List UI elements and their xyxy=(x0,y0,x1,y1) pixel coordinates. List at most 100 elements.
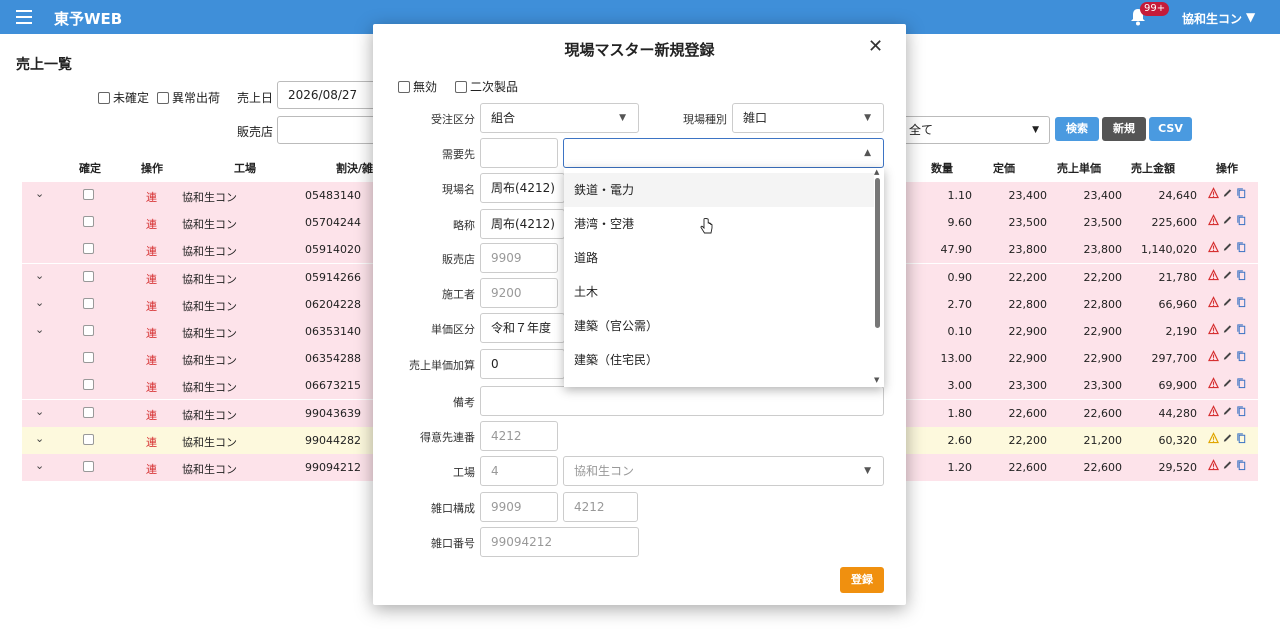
warning-icon[interactable] xyxy=(1208,187,1219,199)
dropdown-option[interactable]: 鉄道・電力 xyxy=(564,173,874,207)
link-label[interactable]: 連 xyxy=(146,407,157,423)
confirm-checkbox[interactable] xyxy=(83,461,94,472)
misc-composition-b[interactable]: 4212 xyxy=(563,492,638,522)
order-type-select[interactable]: 組合 ▼ xyxy=(480,103,639,133)
plant-code-input[interactable]: 4 xyxy=(480,456,558,486)
copy-icon[interactable] xyxy=(1236,377,1247,389)
dropdown-option[interactable]: 建築（住宅民） xyxy=(564,343,874,377)
warning-icon[interactable] xyxy=(1208,295,1219,308)
dropdown-option[interactable]: 港湾・空港 xyxy=(564,207,874,241)
warning-icon[interactable] xyxy=(1208,431,1219,444)
warning-icon[interactable] xyxy=(1208,404,1219,417)
copy-icon[interactable] xyxy=(1236,405,1247,417)
link-label[interactable]: 連 xyxy=(146,352,157,368)
demand-select[interactable]: ▲ xyxy=(563,138,884,168)
chevron-down-icon[interactable]: ⌄ xyxy=(35,296,44,309)
confirm-checkbox[interactable] xyxy=(83,243,94,255)
copy-icon[interactable] xyxy=(1236,296,1247,308)
copy-icon[interactable] xyxy=(1236,241,1247,253)
chevron-down-icon[interactable]: ⌄ xyxy=(35,405,44,418)
menu-icon[interactable] xyxy=(16,10,32,24)
dropdown-option[interactable]: 土木 xyxy=(564,275,874,309)
link-label[interactable]: 連 xyxy=(146,216,157,232)
confirm-checkbox[interactable] xyxy=(83,406,94,418)
register-button[interactable]: 登録 xyxy=(840,567,884,593)
link-label[interactable]: 連 xyxy=(146,379,157,395)
dropdown-option[interactable]: 道路 xyxy=(564,241,874,275)
confirm-checkbox[interactable] xyxy=(83,352,94,364)
copy-icon[interactable] xyxy=(1236,323,1247,335)
warning-icon[interactable] xyxy=(1208,459,1219,471)
edit-icon[interactable] xyxy=(1222,350,1233,362)
unconfirmed-checkbox[interactable]: 未確定 xyxy=(98,89,149,106)
copy-icon[interactable] xyxy=(1236,350,1247,362)
link-label[interactable]: 連 xyxy=(146,325,157,341)
secondary-product-checkbox[interactable]: 二次製品 xyxy=(455,78,518,95)
warning-icon[interactable] xyxy=(1208,350,1219,362)
chevron-down-icon[interactable]: ⌄ xyxy=(35,323,44,336)
copy-icon[interactable] xyxy=(1236,214,1247,226)
scroll-down-icon[interactable]: ▼ xyxy=(874,376,879,384)
warning-icon[interactable] xyxy=(1208,241,1219,253)
checkbox-icon[interactable] xyxy=(398,80,410,93)
edit-icon[interactable] xyxy=(1222,187,1233,199)
link-label[interactable]: 連 xyxy=(146,189,157,205)
warning-icon[interactable] xyxy=(1208,268,1219,281)
scroll-up-icon[interactable]: ▲ xyxy=(874,168,879,176)
link-label[interactable]: 連 xyxy=(146,243,157,259)
edit-icon[interactable] xyxy=(1222,432,1233,444)
link-label[interactable]: 連 xyxy=(146,298,157,314)
dropdown-scrollbar[interactable] xyxy=(875,178,880,328)
link-label[interactable]: 連 xyxy=(146,461,157,477)
warning-icon[interactable] xyxy=(1208,377,1219,389)
caret-down-icon[interactable]: ▼ xyxy=(1246,10,1255,24)
checkbox-icon[interactable] xyxy=(98,91,110,104)
price-category-select[interactable]: 令和７年度 xyxy=(480,313,565,343)
misc-composition-a[interactable]: 9909 xyxy=(480,492,558,522)
edit-icon[interactable] xyxy=(1222,269,1233,281)
copy-icon[interactable] xyxy=(1236,459,1247,471)
edit-icon[interactable] xyxy=(1222,323,1233,335)
user-name[interactable]: 協和生コン xyxy=(1182,10,1242,27)
chevron-down-icon[interactable]: ⌄ xyxy=(35,187,44,200)
new-button[interactable]: 新規 xyxy=(1102,117,1146,141)
plant-select[interactable]: 協和生コン ▼ xyxy=(563,456,884,486)
customer-no-input[interactable]: 4212 xyxy=(480,421,558,451)
chevron-down-icon[interactable]: ⌄ xyxy=(35,432,44,445)
confirm-checkbox[interactable] xyxy=(83,189,94,200)
confirm-checkbox[interactable] xyxy=(83,216,94,228)
confirm-checkbox[interactable] xyxy=(83,325,94,336)
price-add-input[interactable]: 0 xyxy=(480,349,565,379)
warning-icon[interactable] xyxy=(1208,323,1219,335)
confirm-checkbox[interactable] xyxy=(83,297,94,309)
warning-icon[interactable] xyxy=(1208,214,1219,226)
link-label[interactable]: 連 xyxy=(146,271,157,287)
edit-icon[interactable] xyxy=(1222,241,1233,253)
dealer-input[interactable]: 9909 xyxy=(480,243,558,273)
close-icon[interactable]: ✕ xyxy=(868,36,883,57)
copy-icon[interactable] xyxy=(1236,432,1247,444)
edit-icon[interactable] xyxy=(1222,377,1233,389)
misc-number-input[interactable]: 99094212 xyxy=(480,527,639,557)
copy-icon[interactable] xyxy=(1236,269,1247,281)
copy-icon[interactable] xyxy=(1236,187,1247,199)
chevron-down-icon[interactable]: ⌄ xyxy=(35,269,44,282)
edit-icon[interactable] xyxy=(1222,296,1233,308)
edit-icon[interactable] xyxy=(1222,214,1233,226)
site-type-select[interactable]: 雑口 ▼ xyxy=(732,103,884,133)
date-input[interactable]: 2026/08/27 xyxy=(277,81,377,109)
site-name-input[interactable]: 周布(4212) xyxy=(480,173,565,203)
edit-icon[interactable] xyxy=(1222,459,1233,471)
dropdown-option[interactable]: 建築（官公需） xyxy=(564,309,874,343)
confirm-checkbox[interactable] xyxy=(83,433,94,445)
confirm-checkbox[interactable] xyxy=(83,379,94,391)
edit-icon[interactable] xyxy=(1222,405,1233,417)
note-input[interactable] xyxy=(480,386,884,416)
dealer-input[interactable] xyxy=(277,116,377,144)
status-select[interactable]: 全て ▼ xyxy=(898,116,1050,144)
abnormal-checkbox[interactable]: 異常出荷 xyxy=(157,89,220,106)
short-name-input[interactable]: 周布(4212) xyxy=(480,209,565,239)
chevron-down-icon[interactable]: ⌄ xyxy=(35,459,44,472)
link-label[interactable]: 連 xyxy=(146,434,157,450)
search-button[interactable]: 検索 xyxy=(1055,117,1099,141)
